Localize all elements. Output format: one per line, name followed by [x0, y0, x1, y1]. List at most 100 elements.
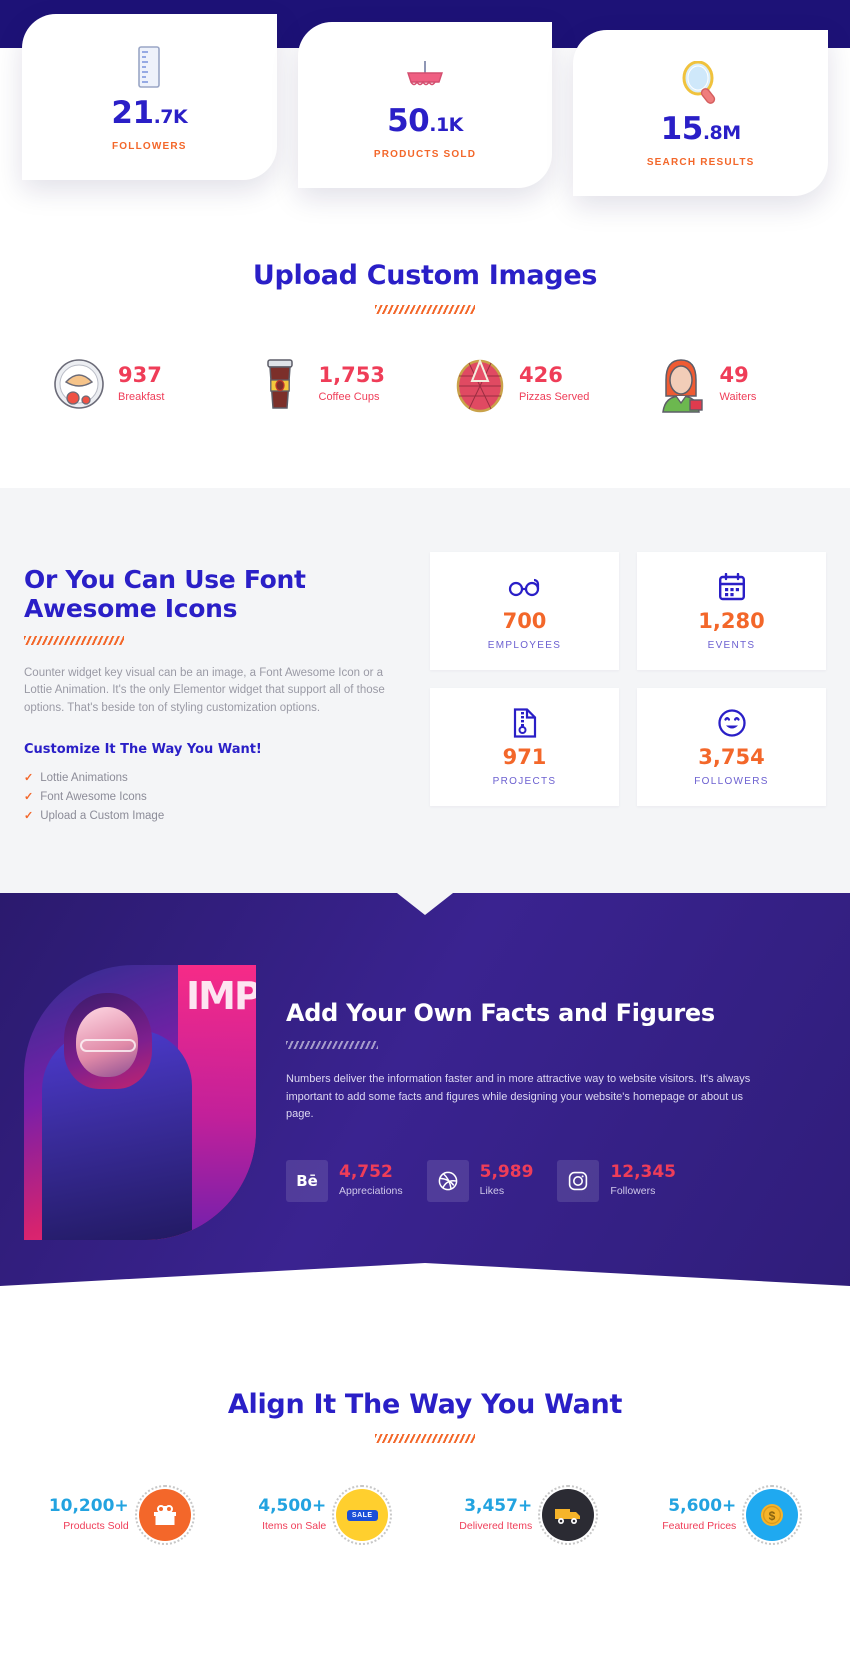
hero-card-products-sold[interactable]: 50.1K PRODUCTS SOLD — [297, 22, 553, 188]
align-label: Delivered Items — [459, 1520, 533, 1532]
hero-card-number: 15.8M — [660, 111, 741, 147]
align-label: Items on Sale — [262, 1520, 327, 1532]
font-awesome-paragraph: Counter widget key visual can be an imag… — [24, 666, 385, 715]
font-awesome-card-grid: 700 EMPLOYEES 1,280 EVENTS 971 PROJECTS … — [430, 548, 826, 893]
fa-card-label: EVENTS — [707, 639, 756, 651]
photo-glasses — [80, 1039, 136, 1052]
list-item: ✓ Font Awesome Icons — [24, 788, 404, 807]
hero-card-label: FOLLOWERS — [111, 141, 187, 152]
upload-custom-images-section: Upload Custom Images 937 Breakfast 1,753… — [0, 216, 850, 488]
hero-card-label: PRODUCTS SOLD — [373, 149, 477, 160]
check-icon: ✓ — [24, 772, 34, 785]
fa-card-label: FOLLOWERS — [694, 775, 769, 787]
align-number: 5,600+ — [668, 1496, 737, 1516]
counter-breakfast[interactable]: 937 Breakfast — [24, 354, 225, 414]
align-counter-featured-prices[interactable]: 5,600+ Featured Prices $ — [629, 1485, 833, 1545]
social-number: 4,752 — [339, 1162, 393, 1183]
social-counter-list: Bē 4,752 Appreciations 5,989 Likes 12,34… — [286, 1159, 826, 1202]
fa-card-number: 971 — [502, 744, 547, 769]
align-number: 4,500+ — [258, 1496, 327, 1516]
align-label: Products Sold — [63, 1520, 129, 1532]
fa-card-label: EMPLOYEES — [487, 639, 562, 651]
calendar-icon — [718, 572, 745, 602]
counter-label: Waiters — [719, 391, 757, 403]
fa-card-employees[interactable]: 700 EMPLOYEES — [430, 552, 619, 670]
file-zip-icon — [513, 707, 537, 738]
counter-coffee-cups[interactable]: 1,753 Coffee Cups — [225, 354, 426, 414]
coin-icon: $ — [742, 1485, 803, 1545]
hatch-divider — [286, 1041, 378, 1049]
magnifier-icon — [573, 60, 828, 106]
boat-icon — [298, 52, 553, 98]
fa-card-number: 700 — [502, 608, 547, 633]
counter-number: 1,753 — [318, 363, 385, 387]
facts-paragraph: Numbers deliver the information faster a… — [286, 1073, 751, 1121]
customize-subheading: Customize It The Way You Want! — [24, 741, 262, 757]
social-label: Appreciations — [339, 1185, 403, 1198]
align-label: Featured Prices — [662, 1520, 737, 1532]
hero-card-list: 21.7K FOLLOWERS 50.1K PRODUCTS SOLD 15.8… — [0, 0, 850, 216]
font-awesome-copy: Or You Can Use Font Awesome Icons Counte… — [24, 548, 404, 893]
align-number: 3,457+ — [464, 1496, 533, 1516]
notch-bottom — [0, 1263, 850, 1345]
feature-list: ✓ Lottie Animations ✓ Font Awesome Icons ✓… — [24, 769, 404, 826]
section-title-upload: Upload Custom Images — [252, 260, 598, 291]
pizza-icon — [456, 358, 504, 413]
font-awesome-section: Or You Can Use Font Awesome Icons Counte… — [0, 488, 850, 893]
align-counter-items-on-sale[interactable]: 4,500+ Items on Sale SALE — [222, 1485, 426, 1545]
upload-counter-list: 937 Breakfast 1,753 Coffee Cups 426 Pizz… — [0, 354, 850, 414]
fa-card-projects[interactable]: 971 PROJECTS — [430, 688, 619, 806]
align-section: Align It The Way You Want 10,200+ Produc… — [0, 1345, 850, 1680]
align-counter-list: 10,200+ Products Sold 4,500+ Items on Sa… — [0, 1485, 850, 1545]
align-number: 10,200+ — [48, 1496, 129, 1516]
hatch-divider — [375, 305, 475, 314]
hero-card-followers[interactable]: 21.7K FOLLOWERS — [22, 14, 277, 180]
align-counter-delivered-items[interactable]: 3,457+ Delivered Items — [425, 1485, 629, 1545]
counter-waiters[interactable]: 49 Waiters — [626, 354, 827, 414]
notch-top — [397, 893, 453, 915]
truck-icon — [538, 1485, 599, 1545]
sale-badge-text: SALE — [346, 1509, 378, 1521]
social-number: 12,345 — [610, 1162, 677, 1183]
hero-card-number: 21.7K — [111, 95, 188, 131]
facts-heading: Add Your Own Facts and Figures — [286, 999, 715, 1027]
social-counter-behance[interactable]: Bē 4,752 Appreciations — [286, 1159, 403, 1202]
ruler-icon — [22, 44, 277, 90]
social-counter-instagram[interactable]: 12,345 Followers — [557, 1159, 677, 1202]
list-item: ✓ Lottie Animations — [24, 769, 404, 788]
sale-icon: SALE — [332, 1485, 393, 1545]
counter-number: 426 — [519, 363, 563, 387]
gift-icon — [134, 1485, 195, 1545]
font-awesome-heading: Or You Can Use Font Awesome Icons — [24, 565, 306, 623]
facts-photo: IMPA — [24, 965, 256, 1240]
social-label: Likes — [479, 1185, 505, 1198]
list-item: ✓ Upload a Custom Image — [24, 807, 404, 826]
facts-and-figures-section: IMPA Add Your Own Facts and Figures Numb… — [0, 893, 850, 1345]
hero-card-label: SEARCH RESULTS — [646, 157, 755, 168]
counter-number: 937 — [118, 363, 162, 387]
fa-card-number: 1,280 — [698, 608, 765, 633]
facts-copy: Add Your Own Facts and Figures Numbers d… — [286, 965, 826, 1240]
counter-label: Breakfast — [118, 391, 165, 403]
hero-stats-section: 21.7K FOLLOWERS 50.1K PRODUCTS SOLD 15.8… — [0, 0, 850, 216]
counter-pizzas-served[interactable]: 426 Pizzas Served — [425, 354, 626, 414]
counter-label: Pizzas Served — [519, 391, 590, 403]
fa-card-events[interactable]: 1,280 EVENTS — [637, 552, 826, 670]
fa-card-label: PROJECTS — [492, 775, 557, 787]
hatch-divider — [24, 635, 124, 645]
glasses-icon — [508, 572, 542, 602]
fa-card-number: 3,754 — [698, 744, 765, 769]
instagram-icon — [557, 1159, 600, 1202]
check-icon: ✓ — [24, 791, 34, 804]
section-title-align: Align It The Way You Want — [227, 1389, 623, 1420]
hatch-divider — [375, 1434, 475, 1443]
social-number: 5,989 — [479, 1162, 534, 1183]
hero-card-search-results[interactable]: 15.8M SEARCH RESULTS — [573, 30, 829, 196]
check-icon: ✓ — [24, 810, 34, 823]
breakfast-plate-icon — [54, 359, 104, 409]
fa-card-followers[interactable]: 3,754 FOLLOWERS — [637, 688, 826, 806]
facts-inner: IMPA Add Your Own Facts and Figures Numb… — [0, 893, 850, 1240]
social-counter-dribbble[interactable]: 5,989 Likes — [426, 1159, 534, 1202]
neon-sign-text: IMPA — [186, 974, 256, 1018]
align-counter-products-sold[interactable]: 10,200+ Products Sold — [18, 1485, 222, 1545]
